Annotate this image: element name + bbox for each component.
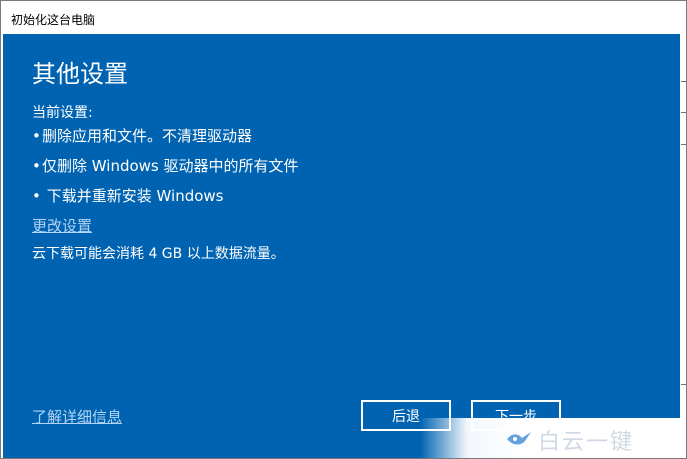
- bullet-icon: •: [32, 127, 41, 145]
- dialog-content: 其他设置 当前设置: • 删除应用和文件。不清理驱动器 • 仅删除 Window…: [3, 34, 682, 458]
- title-bar[interactable]: 初始化这台电脑: [1, 4, 686, 34]
- edge-mark: [681, 112, 686, 113]
- bullet-icon: •: [32, 157, 41, 175]
- list-item: • 仅删除 Windows 驱动器中的所有文件: [32, 156, 299, 186]
- setting-text: 仅删除 Windows 驱动器中的所有文件: [42, 157, 299, 175]
- watermark: 白云一键: [420, 418, 682, 458]
- current-settings-list: • 删除应用和文件。不清理驱动器 • 仅删除 Windows 驱动器中的所有文件…: [32, 126, 299, 216]
- reset-pc-dialog: 初始化这台电脑 其他设置 当前设置: • 删除应用和文件。不清理驱动器 • 仅删…: [0, 0, 687, 459]
- current-settings-label: 当前设置:: [32, 105, 93, 121]
- watermark-text: 白云一键: [538, 430, 635, 455]
- learn-more-link[interactable]: 了解详细信息: [32, 406, 122, 427]
- bullet-icon: •: [32, 187, 41, 205]
- data-usage-note: 云下载可能会消耗 4 GB 以上数据流量。: [32, 246, 285, 262]
- bird-logo-icon: [507, 432, 531, 445]
- edge-mark: [681, 144, 686, 145]
- edge-mark: [681, 81, 686, 82]
- setting-text: 下载并重新安装 Windows: [42, 187, 224, 205]
- window-title: 初始化这台电脑: [11, 12, 96, 27]
- list-item: • 删除应用和文件。不清理驱动器: [32, 126, 299, 156]
- window-right-edge: [680, 34, 686, 458]
- setting-text: 删除应用和文件。不清理驱动器: [42, 127, 253, 145]
- change-settings-link[interactable]: 更改设置: [32, 215, 92, 236]
- page-title: 其他设置: [32, 60, 128, 88]
- list-item: • 下载并重新安装 Windows: [32, 186, 299, 216]
- edge-mark: [681, 384, 686, 385]
